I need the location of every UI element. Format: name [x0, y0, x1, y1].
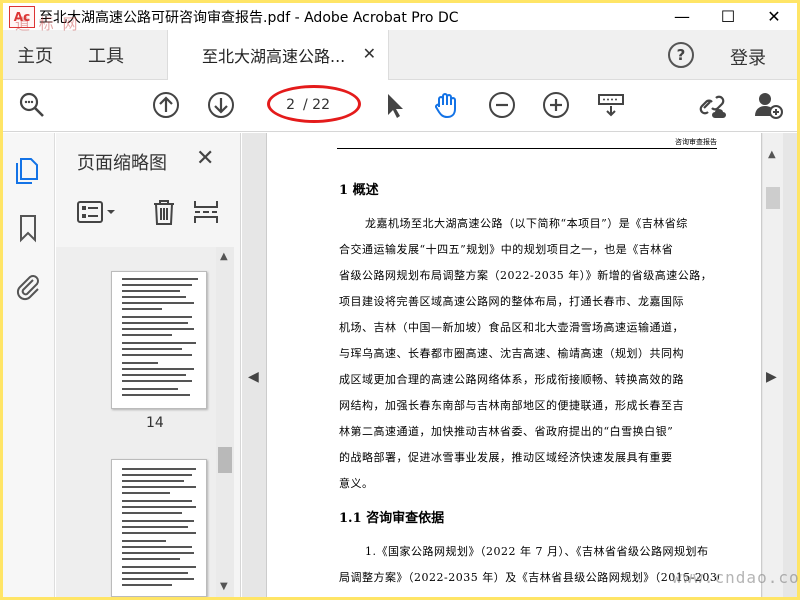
- paragraph-line: 局调整方案》（2022-2035 年）及《吉林省县级公路网规划》（2015-20…: [339, 571, 719, 584]
- thumbnail-label: 14: [146, 415, 164, 431]
- panel-close-button[interactable]: ✕: [196, 146, 214, 171]
- scroll-up-arrow-icon[interactable]: ▲: [220, 251, 228, 262]
- add-user-icon[interactable]: [753, 90, 783, 120]
- pdf-page: 咨询审查报告 1 概述 龙嘉机场至北大湖高速公路（以下简称“本项目”）是《吉林省…: [266, 133, 762, 597]
- thumbnail-options-icon[interactable]: [76, 197, 120, 227]
- hand-tool-icon[interactable]: [431, 90, 461, 120]
- document-tab-label: 至北大湖高速公路...: [202, 47, 346, 66]
- page-number-input[interactable]: [265, 93, 295, 117]
- paragraph-line: 网结构，加强长春东南部与吉林南部地区的便捷联通，形成长春至吉: [339, 399, 684, 412]
- page-total: / 22: [303, 97, 330, 113]
- extract-page-icon[interactable]: [192, 197, 220, 227]
- close-window-button[interactable]: ✕: [751, 3, 797, 30]
- minimize-button[interactable]: —: [659, 3, 705, 30]
- toolbar: / 22: [3, 80, 797, 132]
- page-thumbnails-panel: 页面缩略图 ✕ 14 ▲ ▼: [56, 133, 241, 597]
- page-header: 咨询审查报告: [337, 139, 717, 149]
- select-arrow-icon[interactable]: [379, 90, 409, 120]
- zoom-out-icon[interactable]: [487, 90, 517, 120]
- paragraph-line: 林第二高速通道，加快推动吉林省委、省政府提出的“白雪换白银”: [339, 425, 674, 438]
- zoom-in-icon[interactable]: [541, 90, 571, 120]
- title-bar: Ac 至北大湖高速公路可研咨询审查报告.pdf - Adobe Acrobat …: [3, 3, 797, 30]
- doc-scroll-up-icon[interactable]: ▲: [768, 149, 776, 160]
- keyboard-scroll-icon[interactable]: [596, 90, 626, 120]
- document-scrollbar-thumb[interactable]: [766, 187, 780, 209]
- tab-bar: 主页 工具 至北大湖高速公路... ✕ ? 登录: [3, 30, 797, 80]
- page-thumbnails-icon[interactable]: [14, 155, 42, 185]
- acrobat-window: Ac 至北大湖高速公路可研咨询审查报告.pdf - Adobe Acrobat …: [3, 3, 797, 597]
- paragraph-line: 项目建设将完善区域高速公路网的整体布局，打通长春市、龙嘉国际: [339, 295, 684, 308]
- expand-right-panel-icon[interactable]: ▶: [766, 369, 777, 385]
- help-icon[interactable]: ?: [668, 42, 694, 68]
- page-number-box: / 22: [265, 91, 357, 119]
- window-title: 至北大湖高速公路可研咨询审查报告.pdf - Adobe Acrobat Pro…: [39, 9, 459, 26]
- panel-title: 页面缩略图: [77, 153, 167, 174]
- page-down-icon[interactable]: [206, 90, 236, 120]
- watermark-bottom-right: www.cndao.com: [672, 568, 800, 587]
- share-link-icon[interactable]: [697, 90, 727, 120]
- section-heading: 1 概述: [339, 183, 379, 198]
- thumbnail-scrollbar[interactable]: ▲ ▼: [216, 247, 234, 597]
- login-button[interactable]: 登录: [730, 44, 766, 70]
- document-scrollbar[interactable]: ▲ ▶: [763, 133, 783, 597]
- collapse-left-panel-icon[interactable]: ◀: [248, 369, 259, 385]
- left-navigation-rail: [3, 133, 55, 597]
- thumbnails-list: 14: [56, 247, 224, 597]
- delete-page-icon[interactable]: [150, 197, 178, 227]
- maximize-button[interactable]: ☐: [705, 3, 751, 30]
- paragraph-line: 意义。: [339, 477, 374, 490]
- paragraph-line: 龙嘉机场至北大湖高速公路（以下简称“本项目”）是《吉林省综: [365, 217, 688, 230]
- paragraph-line: 省级公路网规划布局调整方案（2022-2035 年）》新增的省级高速公路，: [339, 269, 713, 282]
- section-heading: 1.1 咨询审查依据: [339, 511, 445, 526]
- paragraph-line: 机场、吉林（中国—新加坡）食品区和北大壶滑雪场高速运输通道，: [339, 321, 684, 334]
- page-up-icon[interactable]: [151, 90, 181, 120]
- paragraph-line: 与珲乌高速、长春都市圈高速、沈吉高速、榆靖高速（规划）共同构: [339, 347, 684, 360]
- tab-tools[interactable]: 工具: [88, 42, 124, 68]
- thumbnail-page-14[interactable]: [111, 271, 207, 409]
- paragraph-line: 1.《国家公路网规划》（2022 年 7 月）、《吉林省省级公路网规划布: [365, 545, 709, 558]
- tab-document[interactable]: 至北大湖高速公路... ✕: [167, 30, 389, 80]
- tab-home[interactable]: 主页: [17, 42, 53, 68]
- attachment-icon[interactable]: [14, 271, 42, 301]
- thumbnail-scrollbar-thumb[interactable]: [218, 447, 232, 473]
- thumbnail-page-15[interactable]: [111, 459, 207, 597]
- document-view: ◀ 咨询审查报告 1 概述 龙嘉机场至北大湖高速公路（以下简称“本项目”）是《吉…: [242, 133, 797, 597]
- scroll-down-arrow-icon[interactable]: ▼: [220, 581, 228, 592]
- watermark-top-left: 道 标 网: [15, 15, 80, 33]
- close-tab-button[interactable]: ✕: [363, 44, 376, 63]
- paragraph-line: 的战略部署，促进冰雪事业发展，推动区域经济快速发展具有重要: [339, 451, 673, 464]
- paragraph-line: 成区域更加合理的高速公路网络体系，形成衔接顺畅、转换高效的路: [339, 373, 684, 386]
- search-zoom-icon[interactable]: [17, 90, 47, 120]
- bookmark-icon[interactable]: [14, 213, 42, 243]
- paragraph-line: 合交通运输发展“十四五”规划》中的规划项目之一，也是《吉林省: [339, 243, 674, 256]
